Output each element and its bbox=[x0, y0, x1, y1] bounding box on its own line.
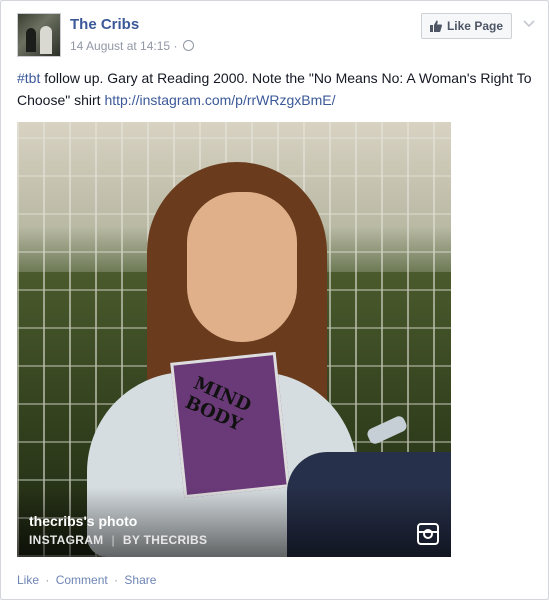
page-avatar[interactable] bbox=[17, 13, 61, 57]
avatar-figure bbox=[40, 26, 52, 54]
comment-action[interactable]: Comment bbox=[56, 573, 108, 587]
photo-byline[interactable]: BY THECRIBS bbox=[123, 533, 207, 547]
like-page-label: Like Page bbox=[446, 19, 503, 33]
post-text: #tbt follow up. Gary at Reading 2000. No… bbox=[17, 67, 537, 111]
post-timestamp[interactable]: 14 August at 14:15 bbox=[70, 39, 170, 53]
chevron-down-icon[interactable] bbox=[522, 16, 536, 30]
post-card: The Cribs 14 August at 14:15 · Like Page… bbox=[0, 0, 549, 600]
shirt-print-text: MIND BODY bbox=[181, 372, 255, 436]
globe-icon bbox=[182, 40, 194, 51]
photo-source[interactable]: INSTAGRAM bbox=[29, 533, 103, 547]
post-header: The Cribs 14 August at 14:15 · Like Page bbox=[17, 13, 536, 59]
action-separator: · bbox=[114, 573, 119, 587]
shirt-print: MIND BODY bbox=[170, 351, 290, 499]
instagram-icon[interactable] bbox=[417, 523, 439, 545]
page-name-link[interactable]: The Cribs bbox=[70, 16, 139, 33]
avatar-figure bbox=[26, 28, 36, 52]
photo-source-line: INSTAGRAM | BY THECRIBS bbox=[29, 533, 207, 547]
photo-face bbox=[187, 192, 297, 342]
hashtag-link[interactable]: #tbt bbox=[17, 70, 40, 86]
action-separator: · bbox=[45, 573, 50, 587]
share-action[interactable]: Share bbox=[124, 573, 156, 587]
instagram-link[interactable]: http://instagram.com/p/rrWRzgxBmE/ bbox=[104, 92, 335, 108]
post-actions: Like · Comment · Share bbox=[17, 573, 156, 587]
photo-title[interactable]: thecribs's photo bbox=[29, 513, 137, 529]
photo-source-separator: | bbox=[111, 533, 115, 547]
like-action[interactable]: Like bbox=[17, 573, 39, 587]
meta-separator: · bbox=[173, 39, 178, 53]
like-page-button[interactable]: Like Page bbox=[420, 13, 512, 39]
post-meta: 14 August at 14:15 · bbox=[70, 39, 194, 53]
thumbs-up-icon bbox=[429, 20, 442, 32]
post-photo[interactable]: MIND BODY thecribs's photo INSTAGRAM | B… bbox=[17, 122, 451, 557]
